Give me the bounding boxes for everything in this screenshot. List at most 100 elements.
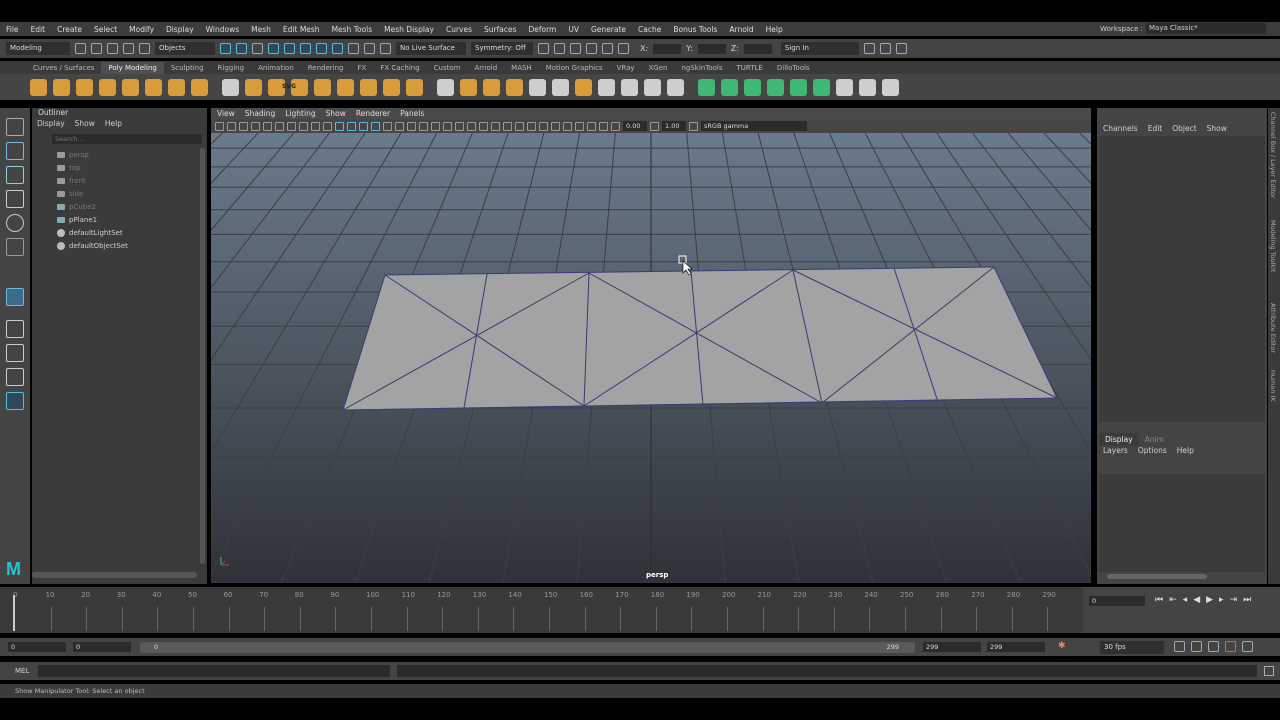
shelf-tool-29-icon[interactable] <box>698 78 715 96</box>
menu-edit-mesh[interactable]: Edit Mesh <box>277 25 326 34</box>
current-time-marker[interactable] <box>13 595 15 631</box>
channelbox-menu-channels[interactable]: Channels <box>1103 122 1138 136</box>
shelf-tool-20-icon[interactable] <box>483 78 500 96</box>
outliner-vscrollbar[interactable] <box>200 148 205 564</box>
anim-prefs-icon[interactable] <box>1225 641 1236 652</box>
viewport-tool-2-icon[interactable] <box>227 121 236 131</box>
shelf-tool-14-icon[interactable] <box>337 78 354 96</box>
single-pane-layout-icon[interactable] <box>6 320 24 338</box>
viewport-tool-23-icon[interactable] <box>479 121 488 131</box>
viewport-tool-20-icon[interactable] <box>443 121 452 131</box>
step-back-key-icon[interactable]: ⇤ <box>1169 595 1177 605</box>
outliner-item-defaultobjectset[interactable]: defaultObjectSet <box>32 239 207 252</box>
outliner-search-input[interactable]: Search... <box>52 134 202 144</box>
menu-deform[interactable]: Deform <box>522 25 562 34</box>
menu-mesh[interactable]: Mesh <box>245 25 277 34</box>
shelf-tool-9-icon[interactable] <box>222 78 239 96</box>
shelf-tool-23-icon[interactable] <box>552 78 569 96</box>
layer-hscrollbar[interactable] <box>1107 574 1207 579</box>
symmetry-dropdown[interactable]: Symmetry: Off <box>471 42 533 55</box>
x-field[interactable] <box>653 43 682 54</box>
go-to-end-icon[interactable]: ⏭ <box>1243 595 1251 605</box>
layer-menu-options[interactable]: Options <box>1138 446 1167 455</box>
menu-edit[interactable]: Edit <box>25 25 52 34</box>
open-scene-icon[interactable] <box>91 43 102 54</box>
outliner-item-pplane1[interactable]: pPlane1 <box>32 213 207 226</box>
shelf-tool-36-icon[interactable] <box>859 78 876 96</box>
pplane1-mesh[interactable] <box>342 266 1058 411</box>
viewport-tool-14-icon[interactable] <box>371 121 380 131</box>
shelf-tab-arnold[interactable]: Arnold <box>468 62 505 74</box>
menu-modify[interactable]: Modify <box>123 25 160 34</box>
layer-menu-layers[interactable]: Layers <box>1103 446 1128 455</box>
shelf-tool-26-icon[interactable] <box>621 78 638 96</box>
viewport-tool-33-icon[interactable] <box>599 121 608 131</box>
menu-file[interactable]: File <box>0 25 25 34</box>
shelf-tool-13-icon[interactable] <box>314 78 331 96</box>
shelf-tab-xgen[interactable]: XGen <box>642 62 675 74</box>
undo-icon[interactable] <box>123 43 134 54</box>
shelf-tool-5-icon[interactable] <box>122 78 139 96</box>
select-by-hierarchy-icon[interactable] <box>220 43 231 54</box>
layer-tab-anim[interactable]: Anim <box>1139 433 1170 446</box>
render-icon[interactable] <box>364 43 375 54</box>
exposure-field[interactable]: 0.00 <box>623 121 647 131</box>
auto-key-icon[interactable]: ✱ <box>1058 641 1069 652</box>
menu-help[interactable]: Help <box>760 25 789 34</box>
z-field[interactable] <box>743 43 772 54</box>
snap-point-icon[interactable] <box>300 43 311 54</box>
viewport-tool-34-icon[interactable] <box>611 121 620 131</box>
menu-cache[interactable]: Cache <box>632 25 667 34</box>
viewport-tool-21-icon[interactable] <box>455 121 464 131</box>
viewport-tool-12-icon[interactable] <box>347 121 356 131</box>
viewport-tool-16-icon[interactable] <box>395 121 404 131</box>
two-pane-layout-icon[interactable] <box>6 368 24 386</box>
viewport-tool-8-icon[interactable] <box>299 121 308 131</box>
viewport-menu-view[interactable]: View <box>217 108 235 119</box>
viewport-menu-shading[interactable]: Shading <box>245 108 275 119</box>
shelf-tab-animation[interactable]: Animation <box>251 62 301 74</box>
viewport-tool-19-icon[interactable] <box>431 121 440 131</box>
shelf-tool-25-icon[interactable] <box>598 78 615 96</box>
gamma-field[interactable]: 1.00 <box>662 121 686 131</box>
color-management-icon[interactable] <box>689 121 698 131</box>
shelf-tool-7-icon[interactable] <box>168 78 185 96</box>
scale-tool-icon[interactable] <box>6 238 24 256</box>
character-set-icon[interactable] <box>1242 641 1253 652</box>
menu-select[interactable]: Select <box>88 25 123 34</box>
shelf-tab-turtle[interactable]: TURTLE <box>730 62 770 74</box>
shelf-tool-4-icon[interactable] <box>99 78 116 96</box>
outliner-layout-icon[interactable] <box>6 392 24 410</box>
new-scene-icon[interactable] <box>75 43 86 54</box>
outliner-item-persp[interactable]: persp <box>32 148 207 161</box>
viewport-tool-18-icon[interactable] <box>419 121 428 131</box>
menu-surfaces[interactable]: Surfaces <box>478 25 522 34</box>
render-settings-icon[interactable] <box>570 43 581 54</box>
outliner-menu-help[interactable]: Help <box>105 118 122 130</box>
viewport-tool-27-icon[interactable] <box>527 121 536 131</box>
viewport-tool-10-icon[interactable] <box>323 121 332 131</box>
select-by-object-icon[interactable] <box>236 43 247 54</box>
paint-select-tool-icon[interactable] <box>6 166 24 184</box>
outliner-item-top[interactable]: top <box>32 161 207 174</box>
viewport-tool-13-icon[interactable] <box>359 121 368 131</box>
shelf-tool-8-icon[interactable] <box>191 78 208 96</box>
viewport-tool-25-icon[interactable] <box>503 121 512 131</box>
shelf-tab-rendering[interactable]: Rendering <box>301 62 351 74</box>
shelf-tool-22-icon[interactable] <box>529 78 546 96</box>
viewport-tool-17-icon[interactable] <box>407 121 416 131</box>
play-forwards-icon[interactable]: ▶ <box>1206 595 1213 605</box>
shelf-tool-10-icon[interactable] <box>245 78 262 96</box>
sign-in-button[interactable]: Sign In <box>780 42 859 55</box>
shelf-tab-rigging[interactable]: Rigging <box>211 62 252 74</box>
playback-start-field[interactable]: 0 <box>73 642 131 652</box>
shelf-tab-ngskintools[interactable]: ngSkinTools <box>674 62 729 74</box>
select-by-component-icon[interactable] <box>252 43 263 54</box>
side-tab-channel-box-layer-editor[interactable]: Channel Box / Layer Editor <box>1269 112 1277 199</box>
channelbox-menu-show[interactable]: Show <box>1207 122 1227 136</box>
step-back-frame-icon[interactable]: ◂ <box>1183 595 1188 605</box>
select-tool-icon[interactable] <box>6 118 24 136</box>
sound-icon[interactable] <box>1208 641 1219 652</box>
viewport-tool-29-icon[interactable] <box>551 121 560 131</box>
shelf-tool-17-icon[interactable] <box>406 78 423 96</box>
